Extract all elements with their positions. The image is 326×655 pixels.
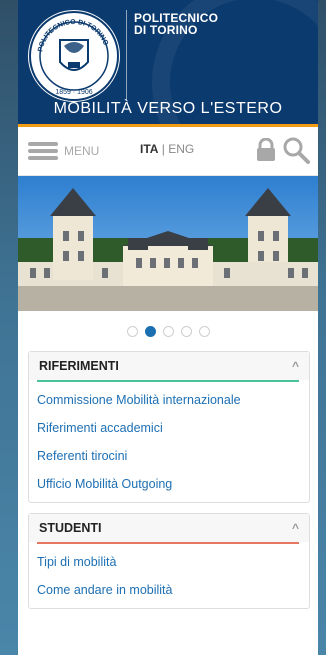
- chevron-up-icon[interactable]: ^: [292, 359, 299, 373]
- section-header-studenti[interactable]: STUDENTI ^: [29, 514, 309, 542]
- menu-label: MENU: [64, 144, 100, 158]
- carousel-pagination: [18, 311, 318, 351]
- link-come-andare-in-mobilita[interactable]: Come andare in mobilità: [29, 576, 309, 604]
- seal-icon: POLITECNICO DI TORINO 1859 · 1906: [29, 11, 119, 101]
- link-list: Tipi di mobilità Come andare in mobilità: [29, 544, 309, 608]
- menu-icon: [28, 142, 58, 160]
- link-list: Commissione Mobilità internazionale Rife…: [29, 382, 309, 502]
- section-title: STUDENTI: [39, 521, 102, 535]
- site-title[interactable]: MOBILITÀ VERSO L'ESTERO: [18, 100, 318, 118]
- menu-button[interactable]: MENU: [28, 142, 99, 160]
- castle-photo: [18, 176, 318, 311]
- section-title: RIFERIMENTI: [39, 359, 119, 373]
- carousel-dot-4[interactable]: [180, 325, 192, 337]
- link-referenti-tirocini[interactable]: Referenti tirocini: [29, 442, 309, 470]
- carousel-dot-5[interactable]: [198, 325, 210, 337]
- carousel-dot-1[interactable]: [126, 325, 138, 337]
- lang-eng-link[interactable]: ENG: [168, 142, 194, 156]
- top-navigation: MENU ITA | ENG: [18, 127, 318, 176]
- hero-carousel-image[interactable]: [18, 176, 318, 311]
- carousel-dot-3[interactable]: [162, 325, 174, 337]
- carousel-dot-2-active[interactable]: [144, 325, 156, 337]
- link-tipi-di-mobilita[interactable]: Tipi di mobilità: [29, 548, 309, 576]
- link-riferimenti-accademici[interactable]: Riferimenti accademici: [29, 414, 309, 442]
- link-commissione-mobilita[interactable]: Commissione Mobilità internazionale: [29, 386, 309, 414]
- lang-separator: |: [158, 142, 169, 156]
- language-switch: ITA | ENG: [140, 142, 194, 156]
- university-name: POLITECNICO DI TORINO: [134, 12, 218, 36]
- lang-ita-link[interactable]: ITA: [140, 142, 158, 156]
- link-ufficio-mobilita-outgoing[interactable]: Ufficio Mobilità Outgoing: [29, 470, 309, 498]
- section-riferimenti: RIFERIMENTI ^ Commissione Mobilità inter…: [28, 351, 310, 503]
- mobile-page: POLITECNICO DI TORINO 1859 · 1906 POLITE…: [18, 0, 318, 655]
- header-divider: [126, 10, 127, 100]
- university-seal-logo[interactable]: POLITECNICO DI TORINO 1859 · 1906: [26, 8, 122, 104]
- site-header: POLITECNICO DI TORINO 1859 · 1906 POLITE…: [18, 0, 318, 124]
- chevron-up-icon[interactable]: ^: [292, 521, 299, 535]
- lock-icon[interactable]: [254, 138, 278, 162]
- section-studenti: STUDENTI ^ Tipi di mobilità Come andare …: [28, 513, 310, 609]
- brand-line-2: DI TORINO: [134, 23, 198, 37]
- search-icon[interactable]: [282, 136, 310, 164]
- section-header-riferimenti[interactable]: RIFERIMENTI ^: [29, 352, 309, 380]
- seal-years: 1859 · 1906: [55, 89, 92, 96]
